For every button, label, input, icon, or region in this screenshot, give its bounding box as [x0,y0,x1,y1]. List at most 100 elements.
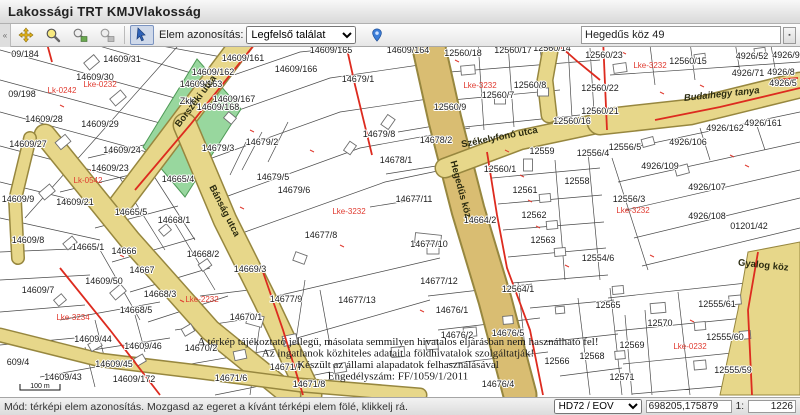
parcel-label: 14679/6 [278,185,311,195]
toolbar-collapse-button[interactable]: « [0,24,11,47]
parcel-label: 12560/9 [434,102,467,112]
zoom-next-icon [99,27,115,43]
parcel-label: 14677/11 [396,194,433,204]
parcel-label: 12556/5 [609,142,642,152]
parcel-label: 12568 [579,351,604,361]
parcel-label: 14676/4 [482,379,515,389]
parcel-label: 14609/31 [103,54,141,64]
parcel-label: 12555/59 [714,365,752,375]
parcel-label: 12560/7 [482,90,515,100]
identify-mode-select[interactable]: Legfelső találat [246,26,356,44]
coordinates-input[interactable] [646,400,732,413]
pan-tool-button[interactable] [14,25,38,45]
scale-input[interactable] [748,400,796,413]
parcel-label: 12560/15 [669,56,707,66]
parcel-label: 14677/12 [420,276,458,286]
zoom-tool-button[interactable] [41,25,65,45]
parcel-label: 14677/10 [410,239,448,249]
identify-mode-label: Elem azonosítás: [159,29,243,41]
parcel-label: 14609/164 [387,47,430,55]
status-bar: Mód: térképi elem azonosítás. Mozgasd az… [0,397,800,415]
parcel-label: 12562 [521,210,546,220]
parcel-label: 14670/1 [230,312,263,322]
zone-label: Lk-0542 [74,176,103,185]
parcel-label: 14666 [111,246,136,256]
parcel-label: 14609/28 [25,114,63,124]
parcel-label: 12564/1 [502,284,535,294]
marker-pin-icon [370,27,384,43]
marker-pin-button[interactable] [365,25,389,45]
parcel-label: 12560/21 [581,106,619,116]
zone-label: Lke-3232 [633,61,667,70]
parcel-label: 14667 [129,265,154,275]
parcel-label: 14677/9 [270,294,303,304]
parcel-label: 14679/5 [257,172,290,182]
parcel-label: 12555/60 [706,332,744,342]
window-title: Lakossági TRT KMJVlakosság [0,4,201,19]
parcel-label: 14665/1 [72,242,105,252]
parcel-label: 12556/3 [613,194,646,204]
parcel-label: 14679/3 [202,143,235,153]
gis-application-window: Lakossági TRT KMJVlakosság « [0,0,800,415]
parcel-label: 09/184 [11,49,39,59]
zoom-previous-button[interactable] [68,25,92,45]
parcel-label: 14609/46 [124,341,162,351]
parcel-label: 14678/1 [380,155,413,165]
parcel-label: 12556/4 [577,148,610,158]
identify-icon [134,27,150,43]
zone-label: Lke-0232 [673,342,707,351]
parcel-label: 609/4 [7,357,30,367]
parcel-label: 14609/172 [113,374,156,384]
parcel-label: 14671/6 [215,373,248,383]
parcel-label: 14609/166 [275,64,318,74]
parcel-label: 12571 [609,372,634,382]
parcel-label: 14609/21 [56,197,94,207]
parcel-label: 14609/7 [22,285,55,295]
address-search-group: ▪ [581,26,796,44]
parcel-label: 4926/71 [732,68,765,78]
scale-bar-label: 100 m [30,383,50,390]
search-submit-button[interactable]: ▪ [783,27,796,44]
parcel-label: 14669/3 [234,264,267,274]
parcel-label: 14609/162 [192,67,235,77]
window-title-bar: Lakossági TRT KMJVlakosság [0,0,800,24]
parcel-label: 4926/161 [744,118,782,128]
parcel-label: 01201/42 [730,221,768,231]
parcel-label: 12566 [544,356,569,366]
parcel-label: 14609/44 [74,334,112,344]
parcel-label: 12560/8 [514,80,547,90]
identify-tool-button[interactable] [130,25,154,45]
zoom-previous-icon [72,27,88,43]
map-disclaimer-line: Engedélyszám: FF/1059/1/2011 [328,371,468,383]
parcel-label: 14609/24 [103,145,141,155]
parcel-label: 14679/1 [342,74,375,84]
parcel-label: 09/198 [8,89,36,99]
parcel-label: 12558 [564,176,589,186]
parcel-label: 14609/27 [9,139,47,149]
parcel-label: 14609/29 [81,119,119,129]
parcel-label: 14679/8 [363,129,396,139]
address-search-input[interactable] [581,26,781,44]
mode-status-text: Mód: térképi elem azonosítás. Mozgasd az… [4,401,550,413]
parcel-label: 14609/161 [222,53,265,63]
crs-select[interactable]: HD72 / EOV [554,399,642,414]
map-disclaimer-line: Az ingatlanok közhiteles adatait a földh… [262,348,534,360]
parcel-label: 12569 [619,340,644,350]
zoom-next-button[interactable] [95,25,119,45]
parcel-label: 14677/13 [338,295,376,305]
parcel-label: 14609/43 [44,372,82,382]
parcel-label: 14668/1 [158,215,191,225]
map-canvas[interactable]: 09/18414609/3114609/3009/19814609/281460… [0,47,800,397]
parcel-label: 4926/52 [736,51,769,61]
parcel-label: 14665/4 [162,174,195,184]
zone-label: Lke-3232 [463,81,497,90]
zone-label: Lke-2232 [185,295,219,304]
parcel-label: 12563 [530,235,555,245]
parcel-label: 4926/9 [772,50,800,60]
map-viewport[interactable]: 09/18414609/3114609/3009/19814609/281460… [0,47,800,397]
search-submit-icon: ▪ [788,32,790,39]
parcel-label: 12560/23 [585,50,623,60]
map-disclaimer-line: A térkép tájékoztató jellegű, másolata s… [197,336,598,348]
parcel-label: 12560/14 [533,47,571,53]
parcel-label: 4926/162 [706,123,744,133]
